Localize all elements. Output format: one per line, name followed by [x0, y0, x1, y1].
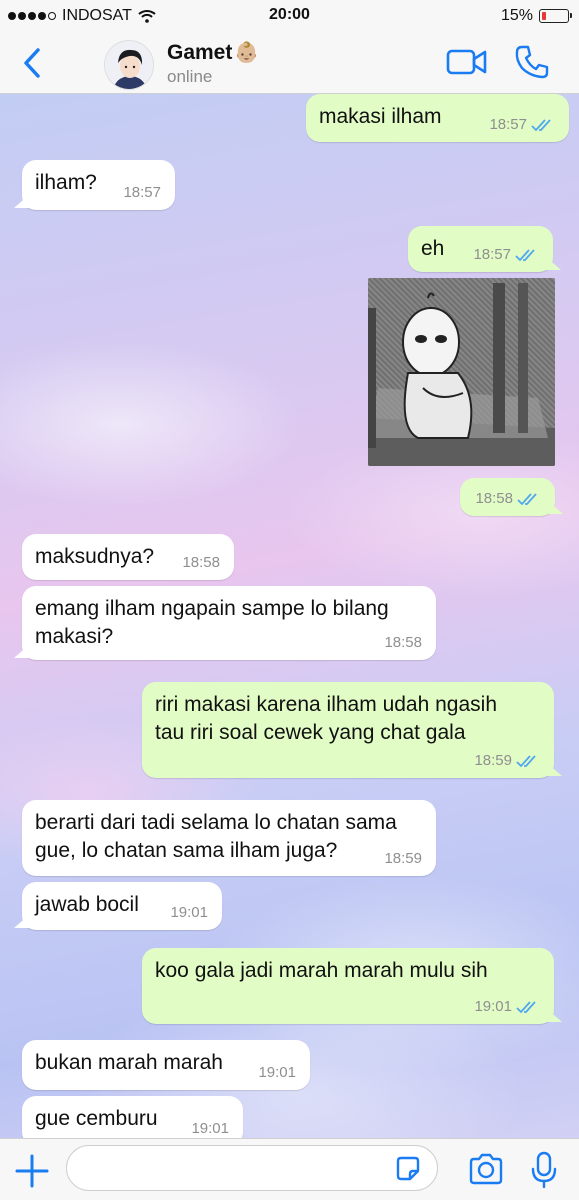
message-time: 18:58	[384, 633, 422, 651]
message-input[interactable]	[66, 1145, 438, 1191]
message-list[interactable]: makasi ilham 18:57 ilham? 18:57 eh 18:57	[0, 94, 579, 1138]
voice-call-button[interactable]	[514, 44, 550, 80]
message-line: riri makasi karena ilham udah ngasih	[155, 693, 497, 716]
message-time: 18:58	[475, 489, 513, 507]
video-camera-icon	[446, 49, 487, 75]
video-call-button[interactable]	[446, 47, 488, 77]
message-text: berarti dari tadi selama lo chatan sama …	[35, 809, 397, 866]
message-time: 18:57	[473, 245, 511, 263]
battery-group: 15%	[500, 7, 572, 25]
microphone-button[interactable]	[530, 1151, 558, 1189]
message-meta: 19:01	[170, 903, 208, 923]
message-meta: 18:59	[474, 751, 540, 771]
double-check-icon	[516, 755, 536, 768]
avatar-illustration	[105, 41, 153, 89]
message-bubble-outgoing[interactable]: koo gala jadi marah marah mulu sih 19:01	[142, 948, 554, 1024]
message-meta: 18:58	[475, 489, 541, 509]
camera-button[interactable]	[468, 1153, 504, 1185]
message-text: maksudnya?	[35, 545, 155, 568]
message-meta: 18:59	[384, 849, 422, 869]
sticker-icon	[396, 1156, 420, 1181]
message-time: 18:59	[474, 751, 512, 769]
message-time: 19:01	[474, 997, 512, 1015]
message-time: 19:01	[170, 903, 208, 921]
message-bubble-outgoing[interactable]: 18:58	[460, 478, 555, 516]
message-bubble-outgoing[interactable]: eh 18:57	[408, 226, 553, 272]
message-line: tau riri soal cewek yang chat gala	[155, 721, 466, 745]
message-bubble-outgoing[interactable]: makasi ilham 18:57	[306, 94, 569, 142]
message-line: emang ilham ngapain sampe lo bilang	[35, 597, 389, 620]
double-check-icon	[531, 119, 551, 132]
message-text: riri makasi karena ilham udah ngasih tau…	[155, 691, 497, 748]
message-meta: 18:58	[384, 633, 422, 653]
attach-button[interactable]	[14, 1153, 50, 1189]
message-text: emang ilham ngapain sampe lo bilang maka…	[35, 595, 389, 652]
chat-header: Gamet 👶🏼 online	[0, 32, 579, 94]
back-button[interactable]	[18, 46, 48, 80]
message-text: makasi ilham	[319, 105, 442, 128]
clock: 20:00	[269, 6, 310, 23]
message-text: eh	[421, 237, 445, 260]
message-text: koo gala jadi marah marah mulu sih	[155, 959, 488, 982]
composer-bar	[0, 1138, 579, 1200]
double-check-icon	[516, 1001, 536, 1014]
double-check-icon	[515, 249, 535, 262]
message-text: bukan marah marah	[35, 1051, 223, 1074]
status-bar: INDOSAT 20:00 15%	[0, 0, 579, 32]
battery-icon	[539, 9, 572, 23]
baby-emoji-icon: 👶🏼	[234, 42, 260, 64]
message-time: 18:59	[384, 849, 422, 867]
camera-icon	[469, 1153, 503, 1185]
message-text: ilham?	[35, 171, 97, 194]
message-meta: 18:57	[123, 183, 161, 203]
message-text: gue cemburu	[35, 1107, 158, 1130]
message-line: berarti dari tadi selama lo chatan sama	[35, 811, 397, 834]
battery-percent: 15%	[500, 7, 533, 24]
message-bubble-incoming[interactable]: bukan marah marah 19:01	[22, 1040, 310, 1090]
message-bubble-incoming[interactable]: maksudnya? 18:58	[22, 534, 234, 580]
message-line: makasi?	[35, 625, 114, 649]
contact-name[interactable]: Gamet 👶🏼	[167, 40, 259, 65]
contact-name-text: Gamet	[167, 40, 233, 64]
phone-icon	[515, 45, 549, 79]
contact-status: online	[167, 67, 213, 86]
message-meta: 19:01	[191, 1119, 229, 1138]
message-bubble-incoming[interactable]: emang ilham ngapain sampe lo bilang maka…	[22, 586, 436, 660]
message-bubble-incoming[interactable]: ilham? 18:57	[22, 160, 175, 210]
sticker-image[interactable]	[368, 278, 555, 466]
chevron-left-icon	[24, 48, 40, 78]
message-time: 19:01	[191, 1119, 229, 1137]
message-time: 18:58	[182, 553, 220, 571]
message-bubble-incoming[interactable]: gue cemburu 19:01	[22, 1096, 243, 1138]
avatar[interactable]	[104, 40, 154, 90]
message-meta: 18:57	[473, 245, 539, 265]
microphone-icon	[531, 1151, 557, 1189]
message-time: 18:57	[123, 183, 161, 201]
sticker-button[interactable]	[394, 1155, 422, 1183]
message-meta: 19:01	[258, 1063, 296, 1083]
sad-cartoon-sticker	[368, 278, 555, 466]
message-bubble-outgoing[interactable]: riri makasi karena ilham udah ngasih tau…	[142, 682, 554, 778]
message-bubble-incoming[interactable]: jawab bocil 19:01	[22, 882, 222, 930]
battery-fill	[542, 12, 546, 20]
double-check-icon	[517, 493, 537, 506]
message-meta: 18:58	[182, 553, 220, 573]
message-text: jawab bocil	[35, 893, 139, 916]
plus-icon	[15, 1154, 49, 1188]
message-bubble-incoming[interactable]: berarti dari tadi selama lo chatan sama …	[22, 800, 436, 876]
message-line: gue, lo chatan sama ilham juga?	[35, 839, 338, 863]
message-time: 18:57	[489, 115, 527, 133]
message-time: 19:01	[258, 1063, 296, 1081]
message-meta: 18:57	[489, 115, 555, 135]
message-meta: 19:01	[474, 997, 540, 1017]
